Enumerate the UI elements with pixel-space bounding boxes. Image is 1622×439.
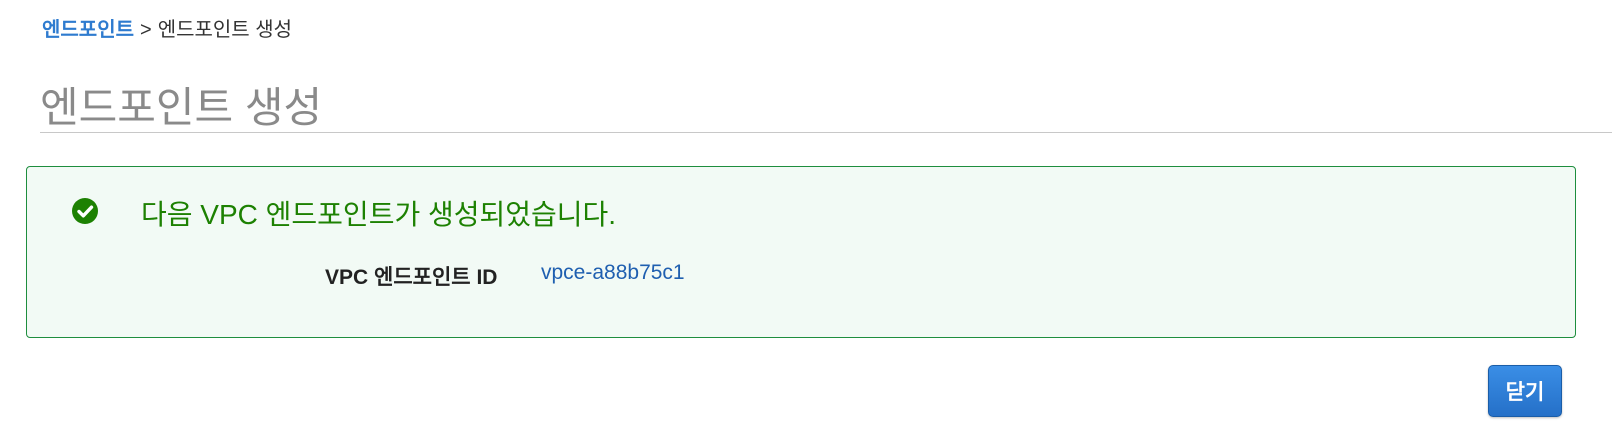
page-root: 엔드포인트 > 엔드포인트 생성 엔드포인트 생성 다음 VPC 엔드포인트가 생성… [0,0,1622,439]
breadcrumb-separator: > [140,19,152,41]
success-message: 다음 VPC 엔드포인트가 생성되었습니다. [141,199,617,230]
title-divider [40,132,1612,133]
breadcrumb-current: 엔드포인트 생성 [157,19,293,41]
endpoint-id-link[interactable]: vpce-a88b75c1 [541,261,685,285]
success-alert: 다음 VPC 엔드포인트가 생성되었습니다. VPC 엔드포인트 ID vpce… [26,166,1576,338]
endpoint-id-label: VPC 엔드포인트 ID [325,266,498,289]
breadcrumb-link-endpoints[interactable]: 엔드포인트 [42,19,134,41]
page-title: 엔드포인트 생성 [40,84,323,131]
breadcrumb: 엔드포인트 > 엔드포인트 생성 [42,13,292,42]
check-circle-icon [71,197,99,225]
close-button[interactable]: 닫기 [1488,365,1562,417]
